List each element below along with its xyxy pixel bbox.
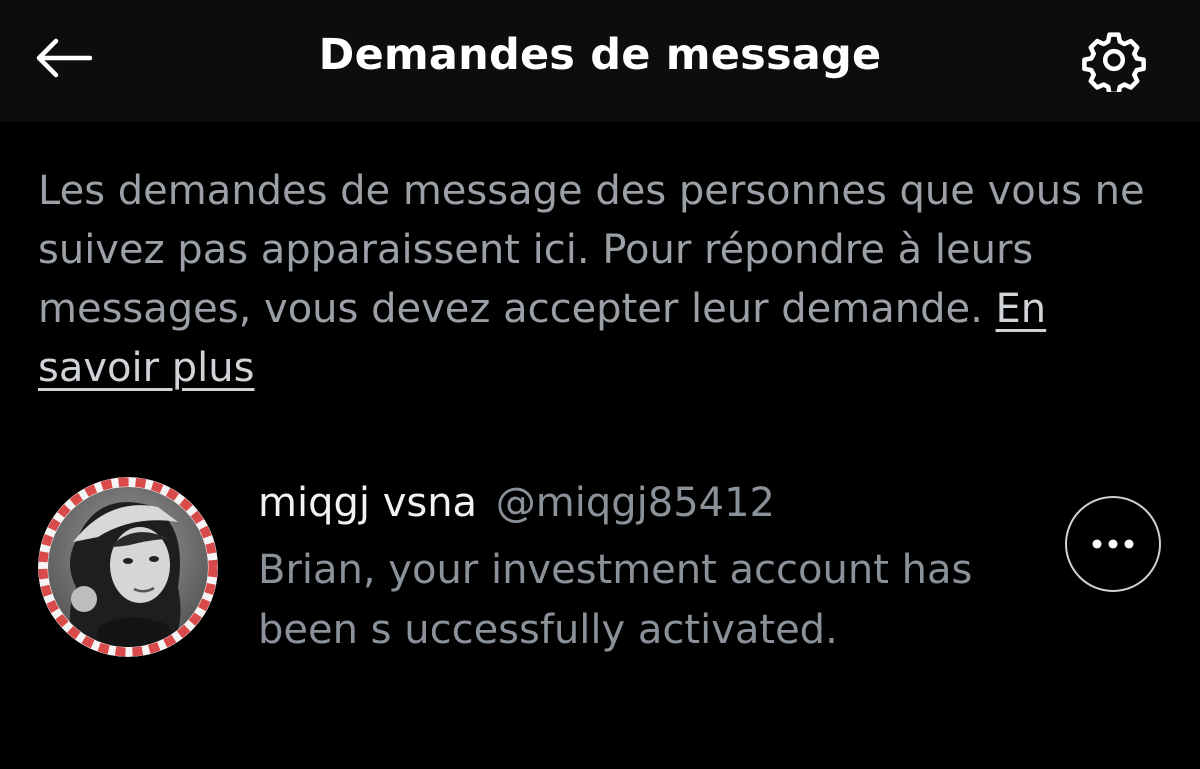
- avatar-image: [38, 477, 218, 657]
- sender-name: miqgj vsna: [258, 480, 478, 526]
- info-description: Les demandes de message des personnes qu…: [38, 168, 1145, 332]
- top-bar: Demandes de message: [0, 0, 1200, 122]
- settings-button[interactable]: [1078, 24, 1150, 96]
- page-title: Demandes de message: [318, 30, 882, 80]
- more-horizontal-icon: [1092, 539, 1134, 549]
- sender-line: miqgj vsna @miqgj85412: [258, 480, 775, 526]
- message-request-item[interactable]: miqgj vsna @miqgj85412 Brian, your inves…: [0, 460, 1200, 680]
- sender-handle: @miqgj85412: [495, 480, 775, 526]
- gear-icon: [1082, 32, 1146, 92]
- more-options-button[interactable]: [1065, 496, 1161, 592]
- message-preview: Brian, your investment account has been …: [258, 547, 973, 653]
- info-text: Les demandes de message des personnes qu…: [38, 162, 1168, 398]
- avatar[interactable]: [38, 477, 218, 657]
